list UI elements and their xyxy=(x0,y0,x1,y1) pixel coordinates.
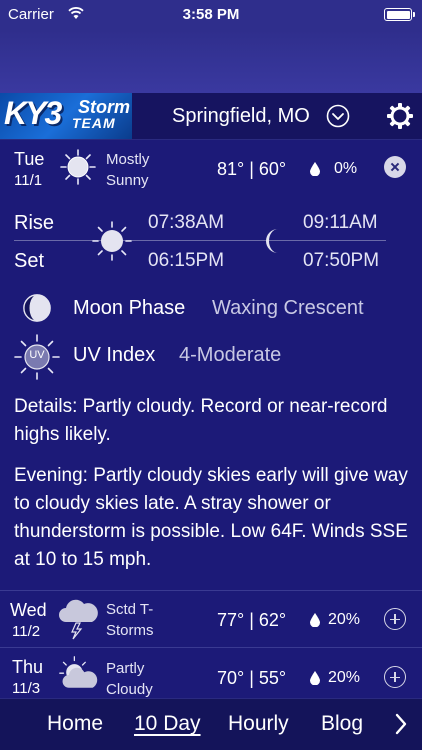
raindrop-icon xyxy=(310,613,320,627)
bottom-nav: Home 10 Day Hourly Blog xyxy=(0,698,422,750)
uv-index-value: 4-Moderate xyxy=(179,344,282,366)
condition-line-2: Cloudy xyxy=(106,681,153,698)
day-date: 11/2 xyxy=(12,623,41,640)
day-date: 11/1 xyxy=(14,172,43,189)
set-label: Set xyxy=(14,250,45,272)
raindrop-icon xyxy=(310,162,320,176)
rise-label: Rise xyxy=(14,212,55,234)
high-low-temps: 70° | 55° xyxy=(217,668,287,688)
day-row-thu[interactable]: Thu 11/3 Partly Cloudy 70° | 55° 20% xyxy=(0,647,422,698)
logo-team: TEAM xyxy=(72,115,116,131)
moonrise-time: 09:11AM xyxy=(303,212,378,233)
condition-line-1: Sctd T- xyxy=(106,601,154,618)
condition-line-1: Mostly xyxy=(106,151,150,168)
logo-ky3: KY3 xyxy=(4,95,62,131)
precip-chance: 20% xyxy=(328,669,361,686)
high-low-temps: 77° | 62° xyxy=(217,610,287,630)
ad-banner xyxy=(0,30,422,93)
sunrise-time: 07:38AM xyxy=(148,212,225,233)
sunset-time: 06:15PM xyxy=(148,250,225,271)
condition-line-2: Storms xyxy=(106,622,154,639)
battery-icon xyxy=(384,8,415,21)
partly-cloudy-icon xyxy=(59,656,98,688)
day-date: 11/3 xyxy=(12,680,41,697)
uv-icon: UV xyxy=(14,334,60,380)
condition-line-1: Partly xyxy=(106,660,145,677)
status-bar: Carrier 3:58 PM xyxy=(0,0,422,30)
sun-icon xyxy=(60,149,96,185)
day-name: Tue xyxy=(14,149,45,169)
moon-phase-icon xyxy=(23,294,51,322)
precip-chance: 20% xyxy=(328,611,361,628)
precip-chance: 0% xyxy=(334,160,358,177)
day-name: Thu xyxy=(12,657,44,677)
uv-index-label: UV Index xyxy=(73,344,156,366)
nav-blog[interactable]: Blog xyxy=(321,712,363,736)
chevron-down-icon[interactable] xyxy=(326,104,350,128)
evening-text: Evening: Partly cloudy skies early will … xyxy=(14,465,408,570)
status-time: 3:58 PM xyxy=(182,6,240,23)
uv-badge-text: UV xyxy=(29,349,45,361)
sunrise-sun-icon xyxy=(92,221,132,261)
details-text: Details: Partly cloudy. Record or near-r… xyxy=(14,396,388,445)
nav-10-day[interactable]: 10 Day xyxy=(134,712,201,736)
horizon-line xyxy=(14,240,386,241)
moonset-time: 07:50PM xyxy=(303,250,380,271)
chevron-right-icon[interactable] xyxy=(394,713,408,735)
expand-button[interactable] xyxy=(384,608,406,630)
day-row-wed[interactable]: Wed 11/2 Sctd T- Storms 77° | 62° 20% xyxy=(0,590,422,647)
crescent-moon-icon xyxy=(266,229,278,253)
moon-phase-value: Waxing Crescent xyxy=(212,297,364,319)
expand-button[interactable] xyxy=(384,666,406,688)
gear-icon[interactable] xyxy=(386,102,414,130)
condition-line-2: Sunny xyxy=(106,172,149,189)
location-selector[interactable]: Springfield, MO xyxy=(172,105,310,128)
day-name: Wed xyxy=(10,600,47,620)
collapse-button[interactable] xyxy=(384,156,406,178)
moon-phase-label: Moon Phase xyxy=(73,297,186,319)
nav-home[interactable]: Home xyxy=(47,712,103,736)
raindrop-icon xyxy=(310,671,320,685)
app-header: KY3 Storm TEAM Springfield, MO xyxy=(0,93,422,140)
high-low-temps: 81° | 60° xyxy=(217,159,287,179)
thunderstorm-icon xyxy=(59,599,98,640)
nav-hourly[interactable]: Hourly xyxy=(228,712,289,736)
today-forecast-panel: Tue 11/1 Mostly Sunny 81° | 60° 0% Rise … xyxy=(0,140,422,590)
station-logo[interactable]: KY3 Storm TEAM xyxy=(0,93,132,139)
